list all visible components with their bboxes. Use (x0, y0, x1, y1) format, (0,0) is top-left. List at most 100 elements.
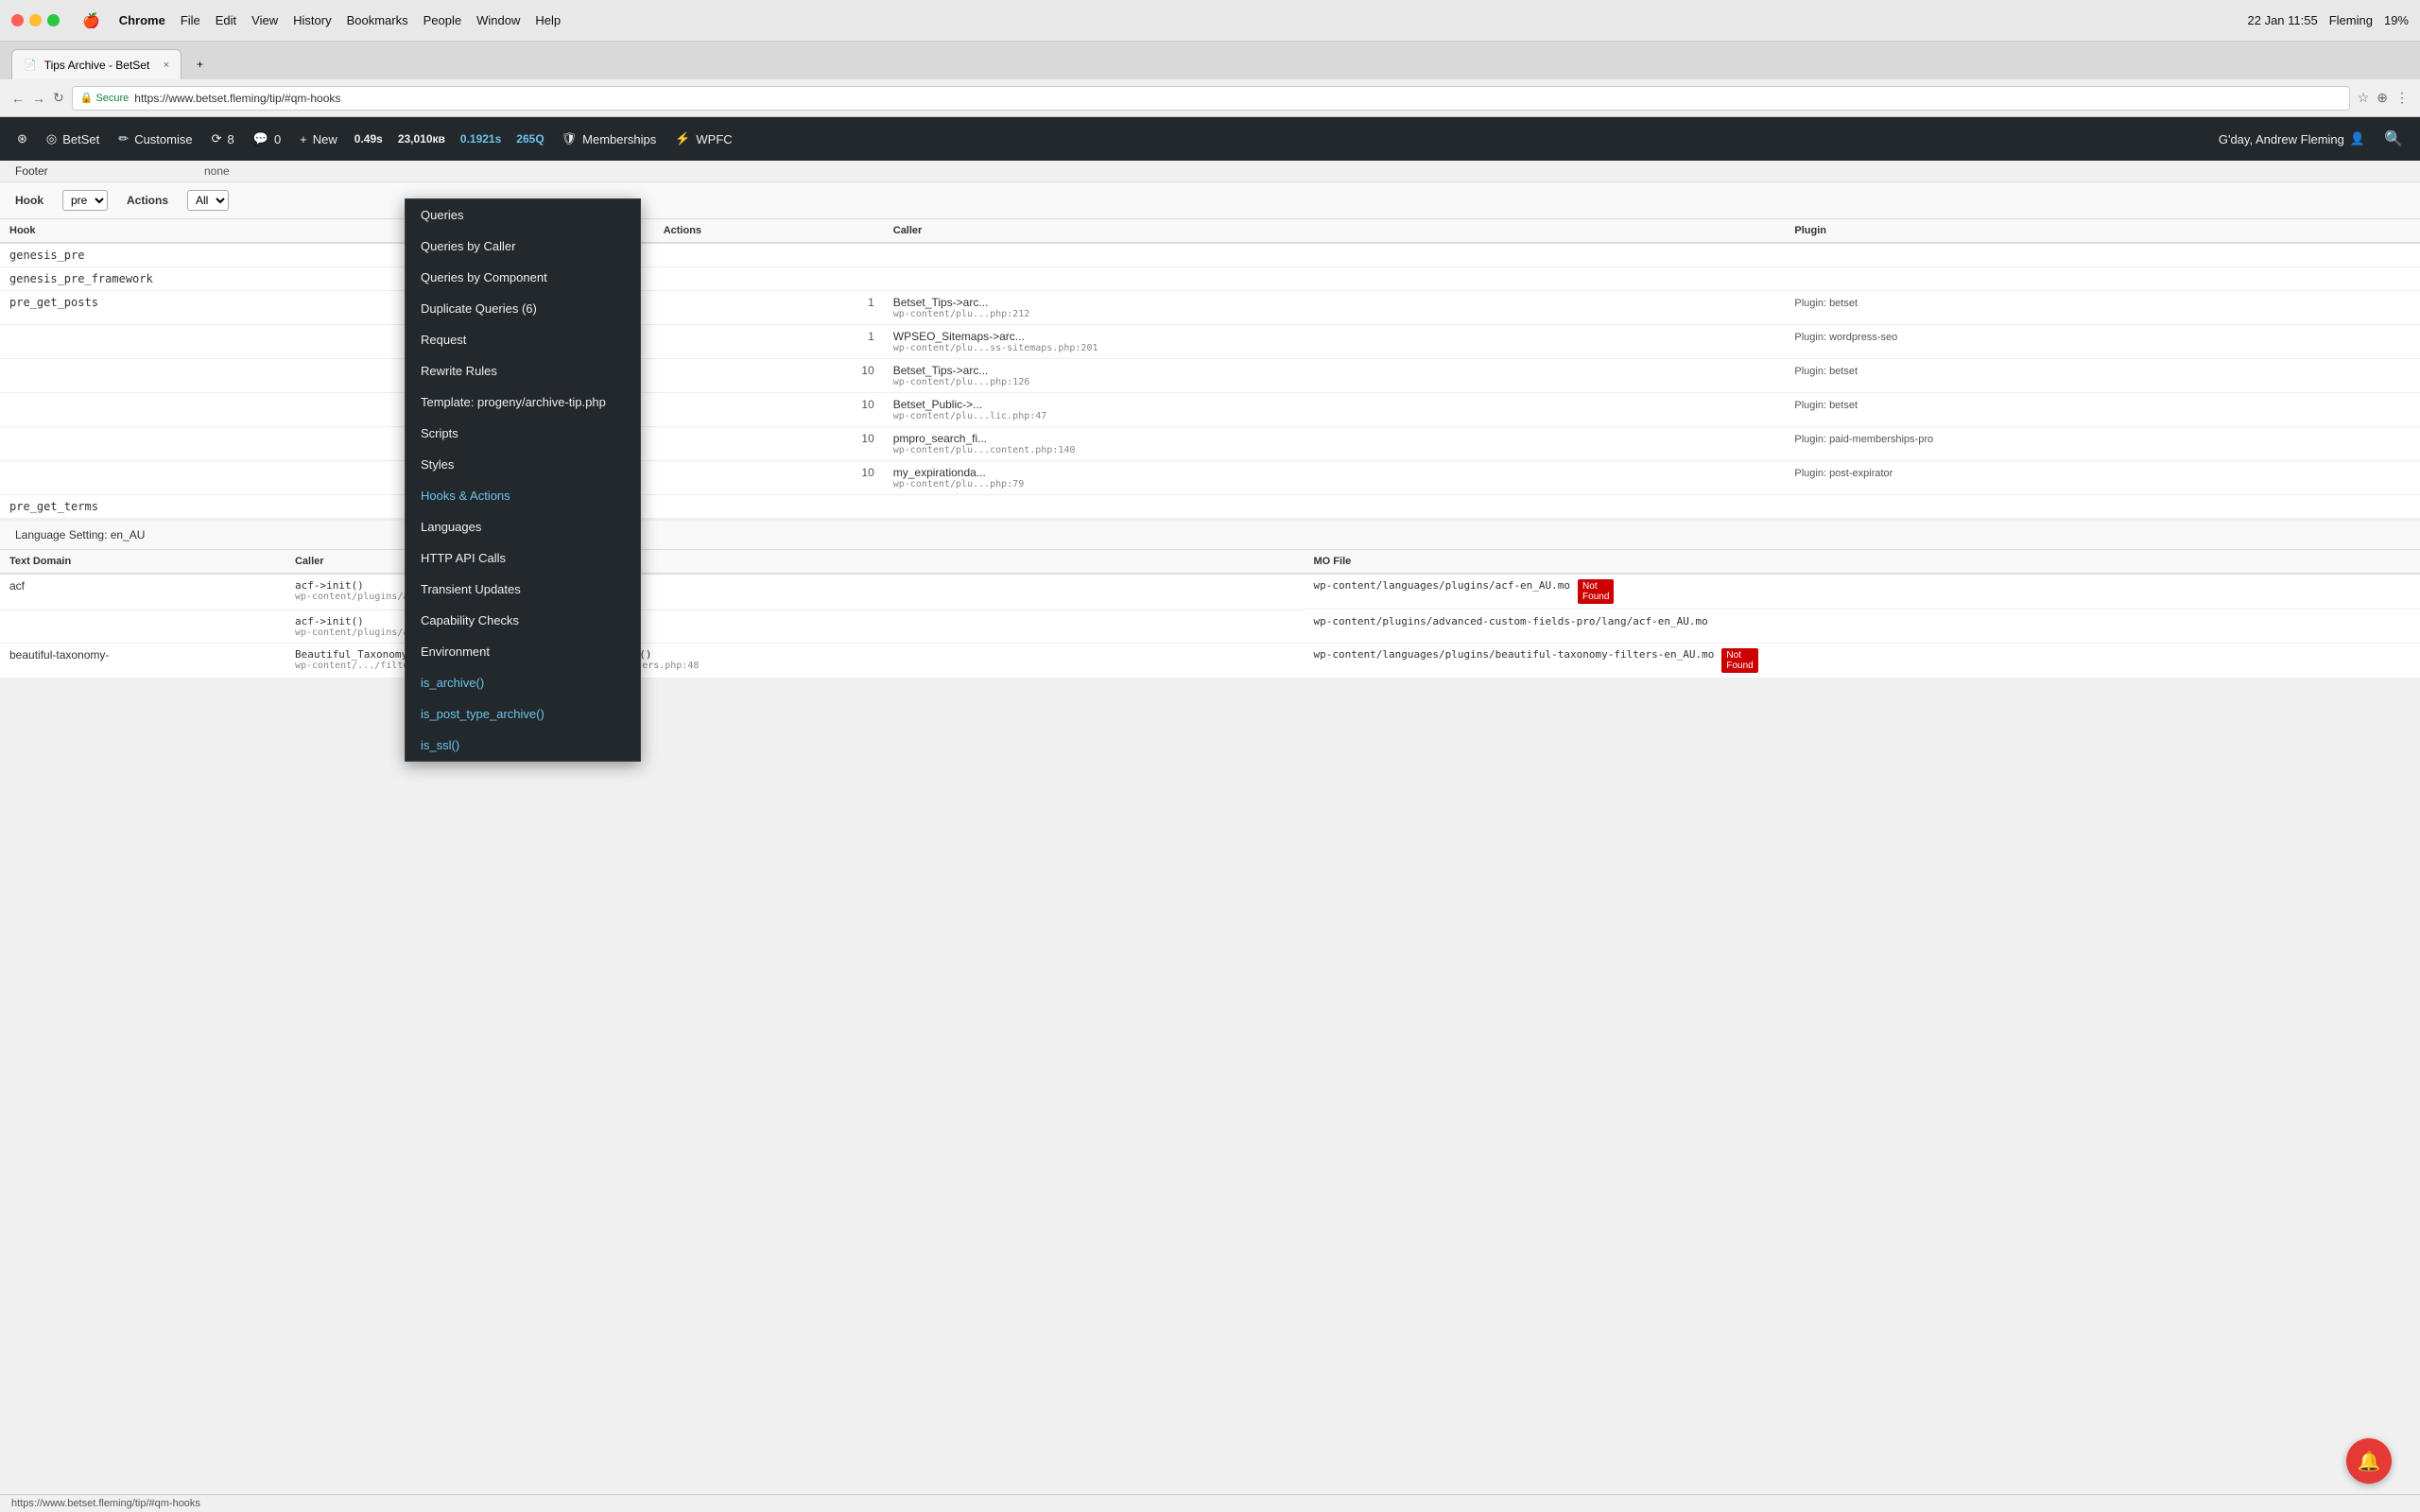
view-menu[interactable]: View (251, 13, 278, 27)
tab-favicon: 📄 (24, 59, 37, 71)
customise-menu[interactable]: ✏ Customise (109, 117, 201, 161)
caller-cell (884, 243, 1786, 267)
caller-main: WPSEO_Sitemaps->arc... (893, 330, 1776, 343)
domain-cell: acf (0, 574, 285, 610)
qm-stats: 0.49s 23,010кв 0.1921s 265Q (347, 117, 552, 161)
language-setting: Language Setting: en_AU (15, 528, 145, 541)
filter-row: Hook pre Actions All (0, 182, 2420, 219)
refresh-button[interactable]: ↻ (53, 90, 64, 106)
hooks-table-header-row: Hook Actions Caller Plugin (0, 219, 2420, 243)
qm-menu-template[interactable]: Template: progeny/archive-tip.php (406, 387, 640, 418)
qm-menu-transient[interactable]: Transient Updates (406, 574, 640, 605)
footer-value: none (204, 164, 230, 178)
caller-cell: Betset_Tips->arc... wp-content/plu...php… (884, 291, 1786, 325)
qm-menu-is-archive[interactable]: is_archive() (406, 667, 640, 698)
mo-file-path: wp-content/plugins/advanced-custom-field… (1314, 615, 1708, 627)
qm-memory[interactable]: 23,010кв (390, 117, 453, 161)
new-tab-button[interactable]: + (185, 49, 223, 79)
active-tab[interactable]: 📄 Tips Archive - BetSet × (11, 49, 182, 79)
footer-label: Footer (15, 164, 204, 178)
qm-query-time[interactable]: 0.1921s (453, 117, 509, 161)
actions-filter-select[interactable]: All (187, 190, 229, 211)
browser-chrome: 📄 Tips Archive - BetSet × + ← → ↻ 🔒 Secu… (0, 42, 2420, 117)
qm-menu-hooks-actions[interactable]: Hooks & Actions (406, 480, 640, 511)
window-menu[interactable]: Window (476, 13, 520, 27)
plugin-label: Plugin: post-expirator (1794, 468, 1893, 479)
table-row: 10 my_expirationda... wp-content/plu...p… (0, 461, 2420, 495)
qm-menu-request[interactable]: Request (406, 324, 640, 355)
actions-filter-label: Actions (127, 194, 168, 207)
close-button[interactable] (11, 14, 24, 26)
user-greeting[interactable]: G'day, Andrew Fleming 👤 (2209, 117, 2375, 161)
menu-icon[interactable]: ⋮ (2395, 90, 2409, 106)
wp-logo[interactable]: ⊛ (8, 117, 37, 161)
caller-main: Betset_Tips->arc... (893, 364, 1776, 377)
domain-cell (0, 610, 285, 643)
qm-menu-http-api[interactable]: HTTP API Calls (406, 542, 640, 574)
table-row: acf acf->init() wp-content/plugins/advan… (0, 574, 2420, 610)
wpfc-menu[interactable]: ⚡ WPFC (666, 117, 741, 161)
history-menu[interactable]: History (293, 13, 331, 27)
table-row: genesis_pre (0, 243, 2420, 267)
mo-file-path: wp-content/languages/plugins/beautiful-t… (1314, 648, 1715, 661)
hook-name: pre_get_posts (9, 296, 98, 309)
file-menu[interactable]: File (181, 13, 200, 27)
qm-menu-styles[interactable]: Styles (406, 449, 640, 480)
qm-menu-queries-by-component[interactable]: Queries by Component (406, 262, 640, 293)
plugin-cell: Plugin: betset (1785, 291, 2420, 325)
qm-query-count[interactable]: 265Q (509, 117, 551, 161)
adminbar-search[interactable]: 🔍 (2375, 129, 2412, 148)
traffic-lights[interactable] (11, 14, 60, 26)
qm-menu-queries-by-caller[interactable]: Queries by Caller (406, 231, 640, 262)
qm-menu-queries[interactable]: Queries (406, 199, 640, 231)
address-text: https://www.betset.fleming/tip/#qm-hooks (134, 92, 340, 105)
wp-icon: ⊛ (17, 131, 27, 146)
notification-bell[interactable]: 🔔 (2346, 1438, 2392, 1484)
people-menu[interactable]: People (424, 13, 461, 27)
qm-menu-rewrite-rules[interactable]: Rewrite Rules (406, 355, 640, 387)
qm-menu-scripts[interactable]: Scripts (406, 418, 640, 449)
memberships-menu[interactable]: 🛡 Memberships (552, 117, 666, 161)
back-button[interactable]: ← (11, 91, 25, 106)
extensions-icon[interactable]: ⊕ (2377, 90, 2388, 106)
tab-close-button[interactable]: × (164, 60, 169, 71)
bookmark-icon[interactable]: ☆ (2358, 90, 2370, 106)
caller-cell (884, 495, 1786, 519)
minimize-button[interactable] (29, 14, 42, 26)
plugin-cell: Plugin: betset (1785, 359, 2420, 393)
help-menu[interactable]: Help (535, 13, 561, 27)
qm-menu-duplicate-queries[interactable]: Duplicate Queries (6) (406, 293, 640, 324)
col-plugin: Plugin (1785, 219, 2420, 243)
betset-label: BetSet (62, 132, 99, 146)
comments-menu[interactable]: 💬 0 (244, 117, 290, 161)
qm-menu-is-post-type-archive[interactable]: is_post_type_archive() (406, 698, 640, 730)
address-box[interactable]: 🔒 Secure https://www.betset.fleming/tip/… (72, 86, 2350, 111)
caller-file: wp-content/plu...ss-sitemaps.php:201 (893, 343, 1776, 353)
lock-icon: 🔒 (80, 92, 94, 104)
plugin-cell: Plugin: paid-memberships-pro (1785, 427, 2420, 461)
updates-menu[interactable]: ⟳ 8 (202, 117, 244, 161)
table-row: 1 WPSEO_Sitemaps->arc... wp-content/plu.… (0, 325, 2420, 359)
footer-row: Footer none (0, 161, 2420, 182)
customise-label: Customise (134, 132, 192, 146)
mac-menubar: 🍎 Chrome File Edit View History Bookmark… (0, 0, 2420, 42)
qm-menu-languages[interactable]: Languages (406, 511, 640, 542)
wpfc-icon: ⚡ (675, 131, 690, 146)
betset-menu[interactable]: ◎ BetSet (37, 117, 109, 161)
hook-filter-select[interactable]: pre (62, 190, 108, 211)
bookmarks-menu[interactable]: Bookmarks (347, 13, 408, 27)
browser-menu-label[interactable]: Chrome (119, 13, 165, 27)
plugin-cell: Plugin: wordpress-seo (1785, 325, 2420, 359)
language-section: Language Setting: en_AU Text Domain Call… (0, 521, 2420, 679)
table-row: 10 Betset_Tips->arc... wp-content/plu...… (0, 359, 2420, 393)
forward-button[interactable]: → (32, 91, 45, 106)
new-menu[interactable]: + New (290, 117, 347, 161)
qm-menu-environment[interactable]: Environment (406, 636, 640, 667)
qm-menu-capability[interactable]: Capability Checks (406, 605, 640, 636)
apple-icon[interactable]: 🍎 (82, 12, 100, 29)
qm-time[interactable]: 0.49s (347, 117, 390, 161)
edit-menu[interactable]: Edit (216, 13, 236, 27)
maximize-button[interactable] (47, 14, 60, 26)
qm-menu-is-ssl[interactable]: is_ssl() (406, 730, 640, 761)
plugin-cell (1785, 495, 2420, 519)
